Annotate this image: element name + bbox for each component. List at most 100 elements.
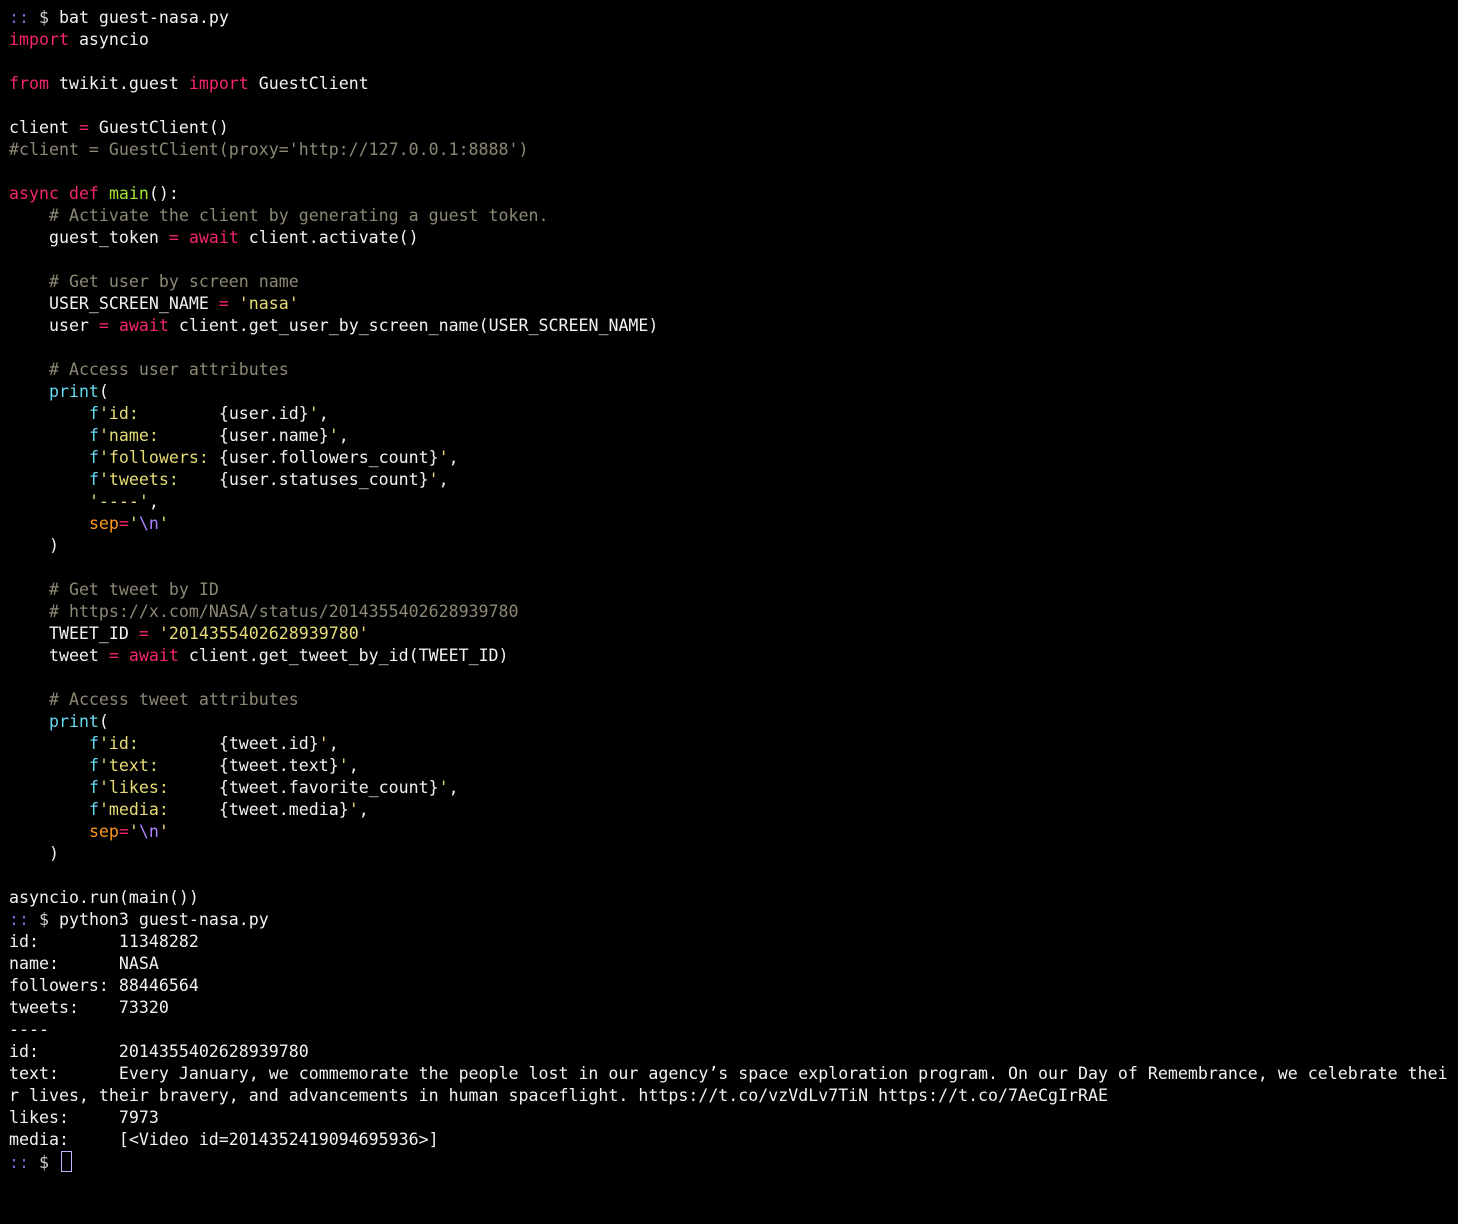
token-keyword: await bbox=[188, 228, 239, 247]
terminal-line: tweets: 73320 bbox=[9, 997, 1454, 1019]
token-output: id: 11348282 bbox=[9, 932, 199, 951]
terminal-line: f'tweets: {user.statuses_count}', bbox=[9, 469, 1454, 491]
token-plain: , bbox=[438, 470, 449, 489]
text-cursor bbox=[60, 1151, 72, 1172]
terminal-line: #client = GuestClient(proxy='http://127.… bbox=[9, 139, 1454, 161]
token-comment: # https://x.com/NASA/status/201435540262… bbox=[48, 602, 519, 621]
token-plain: ( bbox=[98, 712, 109, 731]
token-string: 'id: bbox=[98, 404, 219, 423]
terminal-line: :: $ bat guest-nasa.py bbox=[9, 7, 1454, 29]
token-plain: guest_token bbox=[9, 228, 169, 247]
token-builtin: print bbox=[48, 382, 99, 401]
token-plain: ) bbox=[9, 536, 59, 555]
token-comment: # Access user attributes bbox=[48, 360, 289, 379]
terminal-line: print( bbox=[9, 711, 1454, 733]
token-dollar: $ bbox=[38, 910, 59, 929]
token-plain: user bbox=[9, 316, 99, 335]
token-string: ' bbox=[158, 514, 169, 533]
terminal-line: tweet = await client.get_tweet_by_id(TWE… bbox=[9, 645, 1454, 667]
terminal-line: # Get user by screen name bbox=[9, 271, 1454, 293]
token-string: ' bbox=[318, 734, 329, 753]
terminal-window[interactable]: :: $ bat guest-nasa.py import asyncio from… bbox=[9, 7, 1454, 1173]
terminal-line: name: NASA bbox=[9, 953, 1454, 975]
token-plain: , bbox=[348, 756, 359, 775]
token-string: 'nasa' bbox=[238, 294, 299, 313]
token-plain: asyncio bbox=[68, 30, 149, 49]
terminal-line: media: [<Video id=2014352419094695936>] bbox=[9, 1129, 1454, 1151]
token-prompt: :: bbox=[9, 910, 39, 929]
terminal-line: text: Every January, we commemorate the … bbox=[9, 1063, 1454, 1085]
token-plain: {tweet.text} bbox=[218, 756, 339, 775]
token-plain: GuestClient() bbox=[88, 118, 229, 137]
terminal-line: user = await client.get_user_by_screen_n… bbox=[9, 315, 1454, 337]
token-comment: #client = GuestClient(proxy='http://127.… bbox=[9, 140, 529, 159]
terminal-line: from twikit.guest import GuestClient bbox=[9, 73, 1454, 95]
token-comment: # Activate the client by generating a gu… bbox=[48, 206, 549, 225]
token-plain: , bbox=[448, 778, 459, 797]
token-func: main bbox=[108, 184, 149, 203]
terminal-line: '----', bbox=[9, 491, 1454, 513]
terminal-line: import asyncio bbox=[9, 29, 1454, 51]
terminal-line: sep='\n' bbox=[9, 821, 1454, 843]
token-param: sep bbox=[88, 822, 119, 841]
token-plain: {user.name} bbox=[218, 426, 329, 445]
token-string: ' bbox=[308, 404, 319, 423]
token-fprefix: f bbox=[88, 426, 99, 445]
token-prompt: :: bbox=[9, 1153, 39, 1172]
token-plain: TWEET_ID bbox=[9, 624, 139, 643]
token-plain: ( bbox=[98, 382, 109, 401]
token-keyword: async bbox=[9, 184, 59, 203]
token-plain: bat guest-nasa.py bbox=[58, 8, 229, 27]
token-comment: # Get tweet by ID bbox=[48, 580, 219, 599]
token-plain: client.get_tweet_by_id(TWEET_ID) bbox=[178, 646, 509, 665]
token-prompt: :: bbox=[9, 8, 39, 27]
terminal-line: # Access tweet attributes bbox=[9, 689, 1454, 711]
token-plain: {user.followers_count} bbox=[218, 448, 439, 467]
terminal-line: # Access user attributes bbox=[9, 359, 1454, 381]
token-string: '2014355402628939780' bbox=[158, 624, 369, 643]
token-plain: tweet bbox=[9, 646, 109, 665]
terminal-line: ) bbox=[9, 535, 1454, 557]
token-op: = bbox=[118, 514, 129, 533]
token-fprefix: f bbox=[88, 734, 99, 753]
token-plain: {user.id} bbox=[218, 404, 309, 423]
token-string: ' bbox=[328, 426, 339, 445]
token-keyword: await bbox=[118, 316, 169, 335]
token-plain: , bbox=[328, 734, 339, 753]
token-plain: {user.statuses_count} bbox=[218, 470, 429, 489]
token-comment: # Access tweet attributes bbox=[48, 690, 299, 709]
token-plain: client.activate() bbox=[238, 228, 419, 247]
terminal-line: f'likes: {tweet.favorite_count}', bbox=[9, 777, 1454, 799]
token-plain: client.get_user_by_screen_name(USER_SCRE… bbox=[168, 316, 659, 335]
token-fprefix: f bbox=[88, 470, 99, 489]
token-string: ' bbox=[128, 822, 139, 841]
token-string: ' bbox=[338, 756, 349, 775]
token-op: = bbox=[118, 822, 129, 841]
token-param: sep bbox=[88, 514, 119, 533]
token-op: = bbox=[78, 118, 89, 137]
token-plain: (): bbox=[148, 184, 179, 203]
token-plain: , bbox=[318, 404, 329, 423]
terminal-line: # https://x.com/NASA/status/201435540262… bbox=[9, 601, 1454, 623]
token-output: r lives, their bravery, and advancements… bbox=[9, 1086, 1108, 1105]
token-op: = bbox=[108, 646, 119, 665]
token-comment: # Get user by screen name bbox=[48, 272, 299, 291]
